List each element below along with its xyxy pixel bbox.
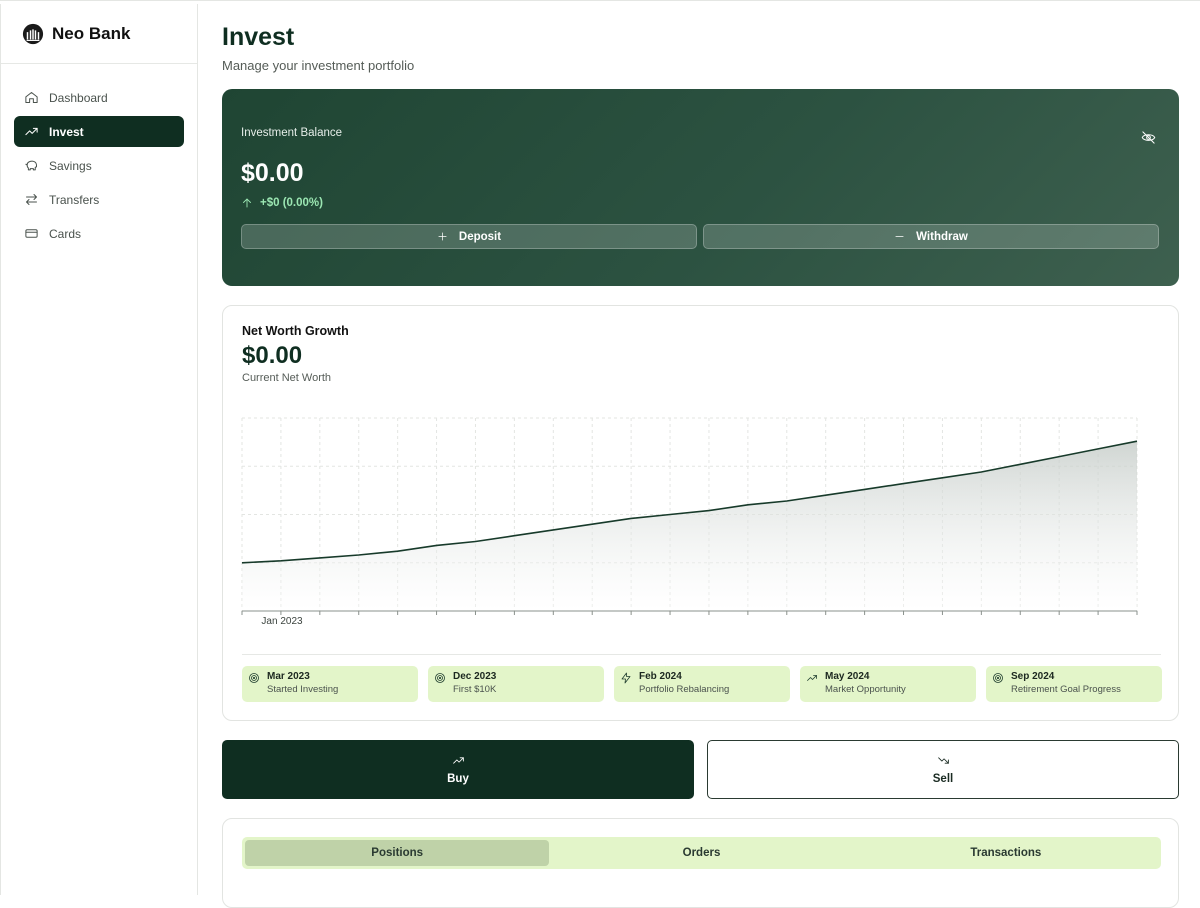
milestone-date: Mar 2023 xyxy=(267,671,310,682)
bank-logo-icon xyxy=(22,23,44,44)
arrows-swap-icon xyxy=(26,194,37,205)
home-icon xyxy=(25,92,38,103)
trending-up-icon xyxy=(452,757,464,764)
sidebar-item-label: Dashboard xyxy=(49,90,108,105)
main-content: Invest Manage your investment portfolio … xyxy=(222,4,1179,908)
milestone-date: Dec 2023 xyxy=(453,671,497,682)
withdraw-label: Withdraw xyxy=(916,230,968,243)
page-title: Invest xyxy=(222,23,295,51)
tab-transactions[interactable]: Transactions xyxy=(854,840,1158,866)
brand[interactable]: Neo Bank xyxy=(1,4,197,64)
milestone-label: Portfolio Rebalancing xyxy=(639,684,730,695)
sidebar-item-savings[interactable]: Savings xyxy=(14,150,184,181)
trending-up-icon xyxy=(807,675,817,681)
milestone-item[interactable]: Feb 2024 Portfolio Rebalancing xyxy=(614,666,790,702)
investment-balance-card: Investment Balance $0.00 +$0 (0.00%) Dep… xyxy=(222,89,1179,286)
sidebar-item-cards[interactable]: Cards xyxy=(14,218,184,249)
milestone-label: Retirement Goal Progress xyxy=(1011,684,1121,695)
sell-button[interactable]: Sell xyxy=(707,740,1179,799)
tab-positions[interactable]: Positions xyxy=(245,840,550,866)
sell-label: Sell xyxy=(932,773,954,785)
chart-divider xyxy=(242,654,1161,655)
milestone-item[interactable]: Sep 2024 Retirement Goal Progress xyxy=(986,666,1162,702)
sidebar-item-transfers[interactable]: Transfers xyxy=(14,184,184,215)
balance-change-text: +$0 (0.00%) xyxy=(260,197,323,209)
tab-orders[interactable]: Orders xyxy=(549,840,853,866)
sidebar-item-label: Invest xyxy=(49,124,84,139)
portfolio-tabs: Positions Orders Transactions xyxy=(242,837,1161,869)
minus-icon xyxy=(895,236,904,237)
brand-name: Neo Bank xyxy=(52,23,131,43)
milestone-item[interactable]: May 2024 Market Opportunity xyxy=(800,666,976,702)
balance-value: $0.00 xyxy=(241,159,304,187)
target-icon xyxy=(993,673,1003,683)
trending-up-icon xyxy=(25,127,38,136)
milestone-item[interactable]: Dec 2023 First $10K xyxy=(428,666,604,702)
milestone-item[interactable]: Mar 2023 Started Investing xyxy=(242,666,418,702)
deposit-button[interactable]: Deposit xyxy=(241,224,697,249)
net-worth-card: Net Worth Growth $0.00 Current Net Worth… xyxy=(222,305,1179,721)
page-subtitle: Manage your investment portfolio xyxy=(222,58,415,73)
target-icon xyxy=(249,673,259,683)
arrow-up-icon xyxy=(243,198,251,208)
withdraw-button[interactable]: Withdraw xyxy=(703,224,1159,249)
milestone-date: May 2024 xyxy=(825,671,870,682)
milestone-label: First $10K xyxy=(453,684,497,695)
balance-label: Investment Balance xyxy=(241,127,343,139)
sidebar-item-label: Savings xyxy=(49,158,92,173)
credit-card-icon xyxy=(25,229,38,238)
sidebar-item-label: Cards xyxy=(49,226,82,241)
trending-down-icon xyxy=(937,757,949,764)
milestone-date: Sep 2024 xyxy=(1011,671,1055,682)
balance-change: +$0 (0.00%) xyxy=(241,197,323,209)
buy-label: Buy xyxy=(447,773,469,785)
eye-off-icon[interactable] xyxy=(1141,130,1156,145)
x-tick-label: Jan 2023 xyxy=(261,616,303,627)
milestone-label: Market Opportunity xyxy=(825,684,906,695)
piggy-bank-icon xyxy=(25,160,37,171)
milestone-date: Feb 2024 xyxy=(639,671,682,682)
milestone-label: Started Investing xyxy=(267,684,339,695)
milestones: Mar 2023 Started Investing Dec 2023 First … xyxy=(242,666,1162,702)
sidebar-nav: Dashboard Invest Savings Transfers Cards xyxy=(1,64,197,249)
target-icon xyxy=(435,673,445,683)
lightning-icon xyxy=(621,672,631,684)
net-worth-chart: Jan 2023 xyxy=(241,417,1138,627)
sidebar: Neo Bank Dashboard Invest Savings Transf… xyxy=(0,4,198,895)
buy-button[interactable]: Buy xyxy=(222,740,694,799)
deposit-label: Deposit xyxy=(458,230,502,243)
sidebar-item-dashboard[interactable]: Dashboard xyxy=(14,82,184,113)
sidebar-item-label: Transfers xyxy=(49,192,100,207)
sidebar-item-invest[interactable]: Invest xyxy=(14,116,184,147)
plus-icon xyxy=(438,232,447,241)
